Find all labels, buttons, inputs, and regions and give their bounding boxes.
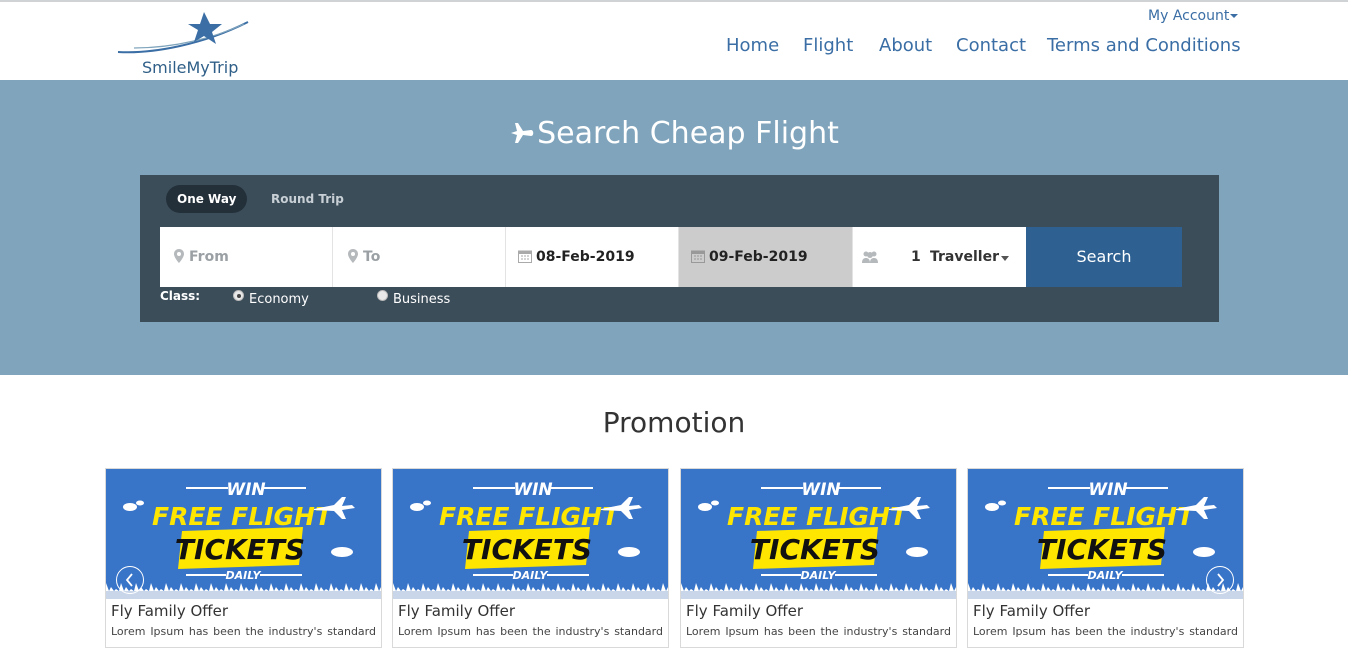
promo-card-description: Lorem Ipsum has been the industry's stan… [111, 625, 376, 638]
promo-banner-image: WINFREE FLIGHTTICKETS DAILY [106, 469, 381, 599]
to-placeholder: To [363, 249, 381, 265]
promo-card-title: Fly Family Offer [398, 602, 516, 620]
promo-banner-image: WINFREE FLIGHTTICKETS DAILY [968, 469, 1243, 599]
banner-daily-text: DAILY [513, 569, 549, 582]
banner-daily-text: DAILY [226, 569, 262, 582]
map-marker-icon [174, 249, 184, 263]
chevron-left-icon [125, 573, 133, 587]
travellers-dropdown[interactable]: 1 Traveller [853, 227, 1026, 287]
nav-contact[interactable]: Contact [956, 35, 1026, 56]
promotion-heading: Promotion [602, 406, 746, 439]
promo-card-title: Fly Family Offer [973, 602, 1091, 620]
banner-line1-text: FREE FLIGHT [439, 502, 621, 531]
banner-win-text: WIN [226, 480, 265, 500]
search-hero: Search Cheap Flight One Way Round Trip F… [0, 80, 1348, 375]
nav-flight[interactable]: Flight [803, 35, 853, 56]
travellers-label: Traveller [930, 249, 999, 265]
nav-home[interactable]: Home [726, 35, 779, 56]
plane-icon [511, 123, 534, 143]
tab-round-trip[interactable]: Round Trip [260, 185, 355, 213]
class-label: Class: [160, 289, 201, 303]
slider-next-button[interactable] [1206, 566, 1234, 594]
banner-line2-text: TICKETS [175, 533, 305, 566]
promo-banner: WIN FREE FLIGHT TICKETS DAILY [681, 469, 956, 599]
nav-about[interactable]: About [879, 35, 932, 56]
return-date-value: 09-Feb-2019 [709, 249, 808, 265]
users-icon [862, 251, 878, 263]
hero-title: Search Cheap Flight [0, 116, 1348, 151]
economy-label: Economy [249, 292, 309, 307]
from-field[interactable]: From [160, 227, 362, 287]
hero-title-text: Search Cheap Flight [537, 116, 839, 151]
caret-down-icon [1001, 256, 1009, 261]
promo-card[interactable]: WIN FREE FLIGHT TICKETS DAILY Fly Family Off… [105, 468, 382, 648]
return-date-field[interactable]: 09-Feb-2019 [679, 227, 853, 287]
calendar-icon [691, 250, 705, 263]
business-label: Business [393, 292, 451, 307]
banner-win-text: WIN [1088, 480, 1127, 500]
to-field[interactable]: To [333, 227, 506, 287]
search-button[interactable]: Search [1026, 227, 1182, 287]
promo-card-description: Lorem Ipsum has been the industry's stan… [686, 625, 951, 638]
site-header: SmileMyTrip My Account Home Flight About… [0, 2, 1348, 80]
banner-line2-text: TICKETS [1037, 533, 1167, 566]
banner-line1-text: FREE FLIGHT [727, 502, 909, 531]
promo-card-title: Fly Family Offer [686, 602, 804, 620]
promo-card[interactable]: WIN FREE FLIGHT TICKETS DAILY Fly Family Off… [967, 468, 1244, 648]
banner-daily-text: DAILY [801, 569, 837, 582]
promo-banner: WIN FREE FLIGHT TICKETS DAILY [393, 469, 668, 599]
promo-card-title: Fly Family Offer [111, 602, 229, 620]
map-marker-icon [348, 249, 358, 263]
promo-card-description: Lorem Ipsum has been the industry's stan… [398, 625, 663, 638]
from-placeholder: From [189, 249, 229, 265]
my-account-label: My Account [1148, 8, 1230, 24]
depart-date-field[interactable]: 08-Feb-2019 [506, 227, 679, 287]
promo-banner: WIN FREE FLIGHT TICKETS DAILY [106, 469, 381, 599]
promo-banner-image: WINFREE FLIGHTTICKETS DAILY [681, 469, 956, 599]
banner-line2-text: TICKETS [462, 533, 592, 566]
caret-down-icon [1230, 14, 1239, 18]
depart-date-value: 08-Feb-2019 [536, 249, 635, 265]
economy-radio[interactable] [233, 290, 244, 301]
promo-card[interactable]: WIN FREE FLIGHT TICKETS DAILY Fly Family Off… [680, 468, 957, 648]
chevron-right-icon [1217, 573, 1225, 587]
business-radio[interactable] [377, 290, 388, 301]
main-nav: Home Flight About Contact Terms and Cond… [0, 35, 1348, 61]
banner-line2-text: TICKETS [750, 533, 880, 566]
promo-banner: WIN FREE FLIGHT TICKETS DAILY [968, 469, 1243, 599]
my-account-dropdown[interactable]: My Account [1148, 8, 1239, 24]
travellers-count: 1 [911, 249, 921, 265]
promo-banner-image: WINFREE FLIGHTTICKETS DAILY [393, 469, 668, 599]
promo-card[interactable]: WIN FREE FLIGHT TICKETS DAILY Fly Family Off… [392, 468, 669, 648]
tab-one-way[interactable]: One Way [166, 185, 248, 213]
calendar-icon [518, 250, 532, 263]
banner-daily-text: DAILY [1088, 569, 1124, 582]
banner-line1-text: FREE FLIGHT [1014, 502, 1196, 531]
search-panel: One Way Round Trip From To 08-Feb-2019 0… [140, 175, 1219, 322]
banner-line1-text: FREE FLIGHT [152, 502, 334, 531]
slider-prev-button[interactable] [116, 566, 144, 594]
promo-card-description: Lorem Ipsum has been the industry's stan… [973, 625, 1238, 638]
banner-win-text: WIN [801, 480, 840, 500]
banner-win-text: WIN [513, 480, 552, 500]
nav-terms[interactable]: Terms and Conditions [1047, 35, 1241, 56]
